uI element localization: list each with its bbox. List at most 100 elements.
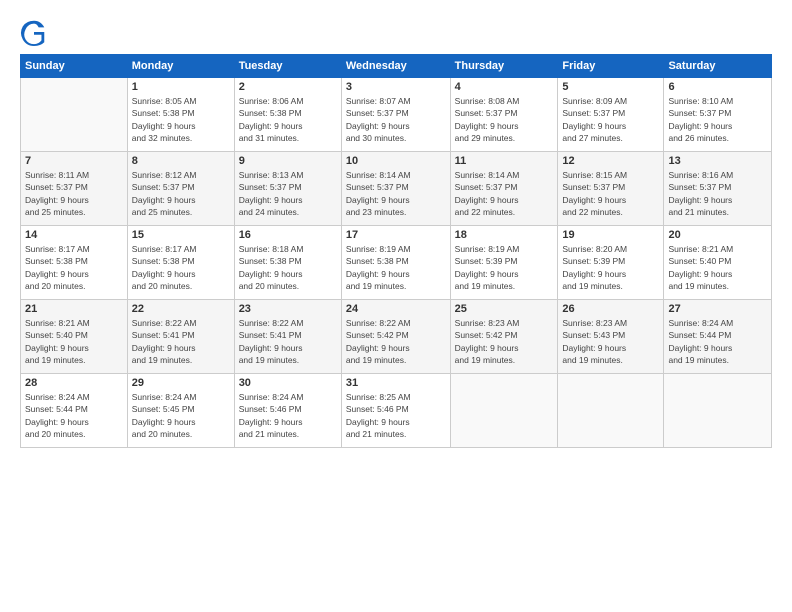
day-cell (21, 78, 128, 152)
day-cell: 24 Sunrise: 8:22 AM Sunset: 5:42 PM Dayli… (341, 300, 450, 374)
day-cell: 17 Sunrise: 8:19 AM Sunset: 5:38 PM Dayli… (341, 226, 450, 300)
day-number: 16 (239, 229, 337, 241)
day-info: Sunrise: 8:16 AM Sunset: 5:37 PM Dayligh… (668, 169, 767, 218)
day-number: 4 (455, 81, 554, 93)
week-row-4: 21 Sunrise: 8:21 AM Sunset: 5:40 PM Dayli… (21, 300, 772, 374)
day-number: 9 (239, 155, 337, 167)
day-number: 14 (25, 229, 123, 241)
day-cell: 4 Sunrise: 8:08 AM Sunset: 5:37 PM Daylig… (450, 78, 558, 152)
day-info: Sunrise: 8:08 AM Sunset: 5:37 PM Dayligh… (455, 95, 554, 144)
day-number: 10 (346, 155, 446, 167)
day-cell: 13 Sunrise: 8:16 AM Sunset: 5:37 PM Dayli… (664, 152, 772, 226)
day-info: Sunrise: 8:19 AM Sunset: 5:39 PM Dayligh… (455, 243, 554, 292)
day-number: 29 (132, 377, 230, 389)
day-info: Sunrise: 8:20 AM Sunset: 5:39 PM Dayligh… (562, 243, 659, 292)
day-number: 20 (668, 229, 767, 241)
day-number: 8 (132, 155, 230, 167)
week-row-3: 14 Sunrise: 8:17 AM Sunset: 5:38 PM Dayli… (21, 226, 772, 300)
day-info: Sunrise: 8:13 AM Sunset: 5:37 PM Dayligh… (239, 169, 337, 218)
day-cell: 9 Sunrise: 8:13 AM Sunset: 5:37 PM Daylig… (234, 152, 341, 226)
day-info: Sunrise: 8:15 AM Sunset: 5:37 PM Dayligh… (562, 169, 659, 218)
day-cell: 29 Sunrise: 8:24 AM Sunset: 5:45 PM Dayli… (127, 374, 234, 448)
day-cell: 5 Sunrise: 8:09 AM Sunset: 5:37 PM Daylig… (558, 78, 664, 152)
day-cell: 7 Sunrise: 8:11 AM Sunset: 5:37 PM Daylig… (21, 152, 128, 226)
day-info: Sunrise: 8:14 AM Sunset: 5:37 PM Dayligh… (346, 169, 446, 218)
day-info: Sunrise: 8:19 AM Sunset: 5:38 PM Dayligh… (346, 243, 446, 292)
day-info: Sunrise: 8:11 AM Sunset: 5:37 PM Dayligh… (25, 169, 123, 218)
day-cell: 15Sunrise: 8:17 AM Sunset: 5:38 PM Dayli… (127, 226, 234, 300)
day-number: 1 (132, 81, 230, 93)
page: SundayMondayTuesdayWednesdayThursdayFrid… (0, 0, 792, 612)
day-number: 17 (346, 229, 446, 241)
day-cell: 6 Sunrise: 8:10 AM Sunset: 5:37 PM Daylig… (664, 78, 772, 152)
day-number: 19 (562, 229, 659, 241)
col-header-thursday: Thursday (450, 55, 558, 78)
day-info: Sunrise: 8:25 AM Sunset: 5:46 PM Dayligh… (346, 391, 446, 440)
day-cell: 27 Sunrise: 8:24 AM Sunset: 5:44 PM Dayli… (664, 300, 772, 374)
day-cell: 23Sunrise: 8:22 AM Sunset: 5:41 PM Dayli… (234, 300, 341, 374)
day-info: Sunrise: 8:05 AM Sunset: 5:38 PM Dayligh… (132, 95, 230, 144)
day-info: Sunrise: 8:24 AM Sunset: 5:46 PM Dayligh… (239, 391, 337, 440)
day-number: 11 (455, 155, 554, 167)
day-number: 3 (346, 81, 446, 93)
day-number: 26 (562, 303, 659, 315)
day-info: Sunrise: 8:17 AM Sunset: 5:38 PM Dayligh… (132, 243, 230, 292)
day-info: Sunrise: 8:24 AM Sunset: 5:44 PM Dayligh… (668, 317, 767, 366)
header (20, 18, 772, 46)
day-cell: 12 Sunrise: 8:15 AM Sunset: 5:37 PM Dayli… (558, 152, 664, 226)
day-number: 28 (25, 377, 123, 389)
day-number: 27 (668, 303, 767, 315)
day-info: Sunrise: 8:22 AM Sunset: 5:41 PM Dayligh… (132, 317, 230, 366)
day-cell: 18 Sunrise: 8:19 AM Sunset: 5:39 PM Dayli… (450, 226, 558, 300)
day-info: Sunrise: 8:14 AM Sunset: 5:37 PM Dayligh… (455, 169, 554, 218)
day-info: Sunrise: 8:22 AM Sunset: 5:42 PM Dayligh… (346, 317, 446, 366)
day-number: 21 (25, 303, 123, 315)
day-info: Sunrise: 8:21 AM Sunset: 5:40 PM Dayligh… (25, 317, 123, 366)
day-cell: 16 Sunrise: 8:18 AM Sunset: 5:38 PM Dayli… (234, 226, 341, 300)
day-info: Sunrise: 8:07 AM Sunset: 5:37 PM Dayligh… (346, 95, 446, 144)
day-number: 2 (239, 81, 337, 93)
week-row-5: 28 Sunrise: 8:24 AM Sunset: 5:44 PM Dayli… (21, 374, 772, 448)
day-number: 30 (239, 377, 337, 389)
header-row: SundayMondayTuesdayWednesdayThursdayFrid… (21, 55, 772, 78)
day-cell: 30 Sunrise: 8:24 AM Sunset: 5:46 PM Dayli… (234, 374, 341, 448)
day-info: Sunrise: 8:24 AM Sunset: 5:44 PM Dayligh… (25, 391, 123, 440)
day-info: Sunrise: 8:22 AM Sunset: 5:41 PM Dayligh… (239, 317, 337, 366)
col-header-wednesday: Wednesday (341, 55, 450, 78)
day-cell (664, 374, 772, 448)
col-header-sunday: Sunday (21, 55, 128, 78)
day-cell: 3 Sunrise: 8:07 AM Sunset: 5:37 PM Daylig… (341, 78, 450, 152)
day-cell: 11 Sunrise: 8:14 AM Sunset: 5:37 PM Dayli… (450, 152, 558, 226)
day-cell (558, 374, 664, 448)
col-header-tuesday: Tuesday (234, 55, 341, 78)
day-number: 22 (132, 303, 230, 315)
day-info: Sunrise: 8:09 AM Sunset: 5:37 PM Dayligh… (562, 95, 659, 144)
calendar-table: SundayMondayTuesdayWednesdayThursdayFrid… (20, 54, 772, 448)
day-cell: 10 Sunrise: 8:14 AM Sunset: 5:37 PM Dayli… (341, 152, 450, 226)
day-number: 6 (668, 81, 767, 93)
logo-icon (20, 18, 48, 46)
day-cell: 21 Sunrise: 8:21 AM Sunset: 5:40 PM Dayli… (21, 300, 128, 374)
day-info: Sunrise: 8:17 AM Sunset: 5:38 PM Dayligh… (25, 243, 123, 292)
col-header-monday: Monday (127, 55, 234, 78)
day-number: 12 (562, 155, 659, 167)
day-number: 5 (562, 81, 659, 93)
day-number: 25 (455, 303, 554, 315)
day-info: Sunrise: 8:10 AM Sunset: 5:37 PM Dayligh… (668, 95, 767, 144)
day-number: 24 (346, 303, 446, 315)
day-cell: 19 Sunrise: 8:20 AM Sunset: 5:39 PM Dayli… (558, 226, 664, 300)
day-info: Sunrise: 8:12 AM Sunset: 5:37 PM Dayligh… (132, 169, 230, 218)
day-cell: 8 Sunrise: 8:12 AM Sunset: 5:37 PM Daylig… (127, 152, 234, 226)
col-header-friday: Friday (558, 55, 664, 78)
day-number: 7 (25, 155, 123, 167)
day-info: Sunrise: 8:23 AM Sunset: 5:42 PM Dayligh… (455, 317, 554, 366)
day-info: Sunrise: 8:23 AM Sunset: 5:43 PM Dayligh… (562, 317, 659, 366)
day-cell: 20Sunrise: 8:21 AM Sunset: 5:40 PM Dayli… (664, 226, 772, 300)
day-cell: 2Sunrise: 8:06 AM Sunset: 5:38 PM Daylig… (234, 78, 341, 152)
day-info: Sunrise: 8:24 AM Sunset: 5:45 PM Dayligh… (132, 391, 230, 440)
day-cell: 22 Sunrise: 8:22 AM Sunset: 5:41 PM Dayli… (127, 300, 234, 374)
day-info: Sunrise: 8:18 AM Sunset: 5:38 PM Dayligh… (239, 243, 337, 292)
day-cell: 31Sunrise: 8:25 AM Sunset: 5:46 PM Dayli… (341, 374, 450, 448)
day-number: 13 (668, 155, 767, 167)
day-number: 18 (455, 229, 554, 241)
